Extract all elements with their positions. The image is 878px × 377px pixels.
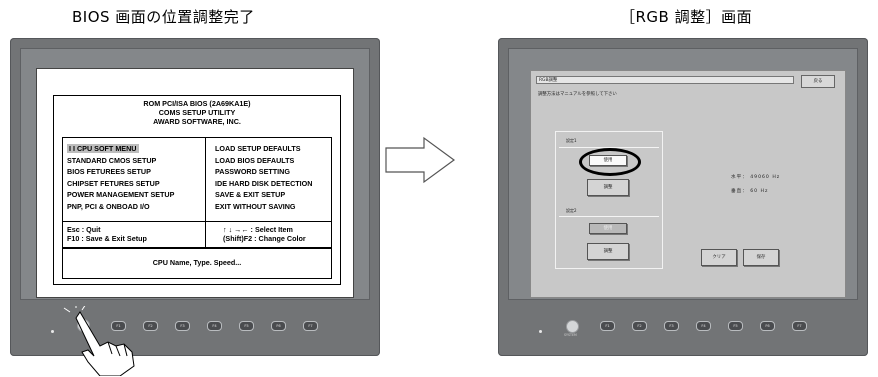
rgb-instruction: 調整方法はマニュアルを参照して下さい	[538, 92, 617, 97]
bios-rom-line: ROM PCI/ISA BIOS (2A69KA1E)	[143, 99, 251, 108]
key-help-color: (Shift)F2 : Change Color	[223, 234, 306, 243]
bios-menu-power-management[interactable]: POWER MANAGEMENT SETUP	[67, 189, 174, 201]
bios-menu-chipset-features[interactable]: CHIPSET FETURES SETUP	[67, 178, 174, 190]
key-help-select: ↑ ↓ →← : Select Item	[223, 225, 293, 234]
bios-setup-window: ROM PCI/ISA BIOS (2A69KA1E) COMS SETUP U…	[53, 95, 341, 285]
key-help-f10: F10 : Save & Exit Setup	[67, 234, 147, 243]
back-button[interactable]: 戻る	[801, 75, 835, 88]
f4-key-left[interactable]: F4	[207, 321, 222, 331]
setting1-label: 設定1	[566, 138, 577, 143]
bios-cpu-info: CPU Name, Type. Speed...	[62, 247, 332, 279]
f4-key-right[interactable]: F4	[696, 321, 711, 331]
bios-menu-load-bios-defaults[interactable]: LOAD BIOS DEFAULTS	[215, 155, 312, 167]
f6-key-right[interactable]: F6	[760, 321, 775, 331]
f7-key-left[interactable]: F7	[303, 321, 318, 331]
f1-key-right[interactable]: F1	[600, 321, 615, 331]
f3-key-left[interactable]: F3	[175, 321, 190, 331]
right-arrow-icon	[385, 136, 456, 184]
bios-vendor-line: AWARD SOFTWARE, INC.	[153, 117, 241, 126]
f6-key-left[interactable]: F6	[271, 321, 286, 331]
rgb-title-bar: RGB調整	[536, 76, 794, 84]
use-button-2-disabled[interactable]: 使用	[589, 223, 627, 234]
vertical-frequency: 垂直： 60 Hz	[731, 189, 769, 194]
f7-key-right[interactable]: F7	[792, 321, 807, 331]
horizontal-frequency: 水平： 49060 Hz	[731, 175, 781, 180]
power-led	[51, 330, 54, 333]
bios-menu: I I CPU SOFT MENU STANDARD CMOS SETUP BI…	[62, 137, 332, 222]
adjust-button-2[interactable]: 調整	[587, 243, 629, 260]
f5-key-right[interactable]: F5	[728, 321, 743, 331]
bios-menu-pnp-pci[interactable]: PNP, PCI & ONBOAD I/O	[67, 201, 174, 213]
use-button-highlight	[579, 148, 641, 176]
bios-menu-standard-cmos[interactable]: STANDARD CMOS SETUP	[67, 155, 174, 167]
clear-button[interactable]: クリア	[701, 249, 737, 266]
bios-screen: ROM PCI/ISA BIOS (2A69KA1E) COMS SETUP U…	[36, 68, 354, 298]
setting2-label: 設定2	[566, 208, 577, 213]
pointing-hand-icon	[63, 306, 135, 376]
f3-key-right[interactable]: F3	[664, 321, 679, 331]
bios-menu-bios-features[interactable]: BIOS FETUREES SETUP	[67, 166, 174, 178]
f5-key-left[interactable]: F5	[239, 321, 254, 331]
bios-menu-save-exit[interactable]: SAVE & EXIT SETUP	[215, 189, 312, 201]
rgb-adjust-screen: RGB調整 戻る 調整方法はマニュアルを参照して下さい 設定1 設定2 使用 調…	[530, 70, 846, 298]
system-button-right[interactable]	[566, 320, 579, 333]
system-label: SYSTEM	[564, 333, 577, 337]
bios-header: ROM PCI/ISA BIOS (2A69KA1E) COMS SETUP U…	[54, 99, 340, 126]
bios-menu-ide-detection[interactable]: IDE HARD DISK DETECTION	[215, 178, 312, 190]
power-led-right	[539, 330, 542, 333]
bios-utility-line: COMS SETUP UTILITY	[158, 108, 236, 117]
bios-menu-password[interactable]: PASSWORD SETTING	[215, 166, 312, 178]
save-button[interactable]: 保存	[743, 249, 779, 266]
adjust-button-1[interactable]: 調整	[587, 179, 629, 196]
frequency-readout: 水平： 49060 Hz 垂直： 60 Hz	[731, 171, 780, 199]
bios-key-help: Esc : Quit F10 : Save & Exit Setup ↑ ↓ →…	[62, 221, 332, 249]
bios-menu-cpu-soft[interactable]: I I CPU SOFT MENU	[67, 144, 139, 153]
bios-menu-load-setup-defaults[interactable]: LOAD SETUP DEFAULTS	[215, 143, 312, 155]
f2-key-right[interactable]: F2	[632, 321, 647, 331]
bios-menu-exit-without-saving[interactable]: EXIT WITHOUT SAVING	[215, 201, 312, 213]
caption-rgb-screen: ［RGB 調整］画面	[620, 8, 753, 26]
caption-bios-adjusted: BIOS 画面の位置調整完了	[72, 8, 255, 26]
key-help-esc: Esc : Quit	[67, 225, 101, 234]
